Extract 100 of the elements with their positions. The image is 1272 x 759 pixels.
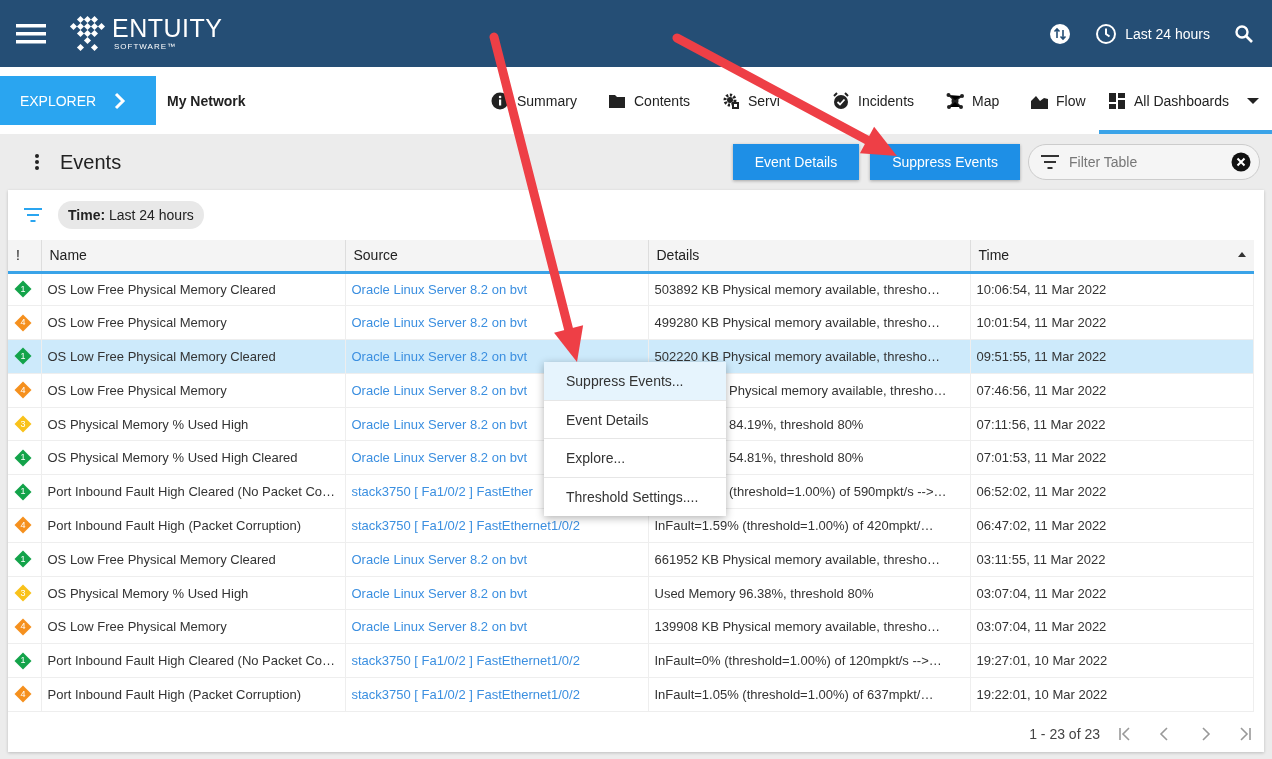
nav-tab[interactable]: Map — [946, 67, 1030, 134]
table-cell: 09:51:55, 11 Mar 2022 — [976, 349, 1107, 364]
column-header[interactable]: Name — [41, 240, 345, 272]
alarm-clock-icon — [832, 91, 850, 110]
table-cell: 03:07:04, 11 Mar 2022 — [976, 619, 1107, 635]
dashboard-icon — [1108, 91, 1126, 110]
column-header[interactable]: Time — [970, 240, 1254, 272]
filter-box[interactable]: Filter Table — [1028, 144, 1260, 180]
source-link[interactable]: Oracle Linux Server 8.2 on bvt — [351, 382, 528, 398]
column-header[interactable]: Source — [345, 240, 648, 272]
nav-tab[interactable]: All Dashboards — [1099, 67, 1272, 134]
table-cell: OS Physical Memory % Used High — [47, 585, 249, 601]
severity-number: 4 — [20, 318, 26, 328]
logo-tagline: SOFTWARE™ — [114, 43, 178, 51]
first-page-icon[interactable] — [1118, 727, 1132, 741]
severity-number: 1 — [20, 487, 26, 497]
filter-icon[interactable] — [24, 208, 42, 222]
source-link[interactable]: Oracle Linux Server 8.2 on bvt — [351, 551, 528, 567]
source-link[interactable]: Oracle Linux Server 8.2 on bvt — [351, 619, 528, 635]
clear-icon[interactable] — [1231, 152, 1251, 172]
table-cell: OS Low Free Physical Memory Cleared — [47, 281, 276, 297]
table-cell: 499280 KB Physical memory available, thresho… — [654, 315, 940, 331]
clock-icon — [1095, 22, 1118, 45]
source-link[interactable]: Oracle Linux Server 8.2 on bvt — [351, 416, 528, 432]
table-cell: 19:27:01, 10 Mar 2022 — [976, 653, 1108, 669]
action-button[interactable]: Event Details — [732, 144, 860, 180]
table-cell: Port Inbound Fault High (Packet Corruption) — [47, 517, 302, 533]
table-cell: 54.81%, threshold 80% — [729, 450, 864, 466]
source-link[interactable]: Oracle Linux Server 8.2 on bvt — [351, 585, 528, 601]
explorer-button[interactable]: EXPLORER — [0, 76, 156, 125]
table-cell: InFault=1.05% (threshold=1.00%) of 637mpkt/… — [654, 686, 934, 702]
table-cell: Used Memory 96.38%, threshold 80% — [654, 585, 874, 601]
table-cell: 03:11:55, 11 Mar 2022 — [976, 551, 1106, 567]
table-cell: 03:07:04, 11 Mar 2022 — [976, 585, 1107, 601]
source-link[interactable]: Oracle Linux Server 8.2 on bvt — [351, 281, 528, 297]
info-icon — [491, 91, 509, 110]
action-button[interactable]: Suppress Events — [870, 144, 1020, 180]
severity-number: 3 — [20, 588, 26, 598]
table-cell: 84.19%, threshold 80% — [729, 416, 864, 432]
table-cell: Port Inbound Fault High Cleared (No Packet Co… — [47, 653, 336, 669]
severity-number: 1 — [20, 284, 26, 294]
table-cell: 06:52:02, 11 Mar 2022 — [976, 484, 1107, 500]
table-cell: 503892 KB Physical memory available, thresho… — [654, 281, 940, 297]
table-cell: OS Low Free Physical Memory — [47, 619, 227, 635]
severity-number: 4 — [20, 520, 26, 530]
table-cell: 10:06:54, 11 Mar 2022 — [976, 281, 1107, 297]
table-cell: Physical memory available, thresho… — [729, 382, 947, 398]
severity-number: 4 — [20, 689, 26, 699]
table-cell: 10:01:54, 11 Mar 2022 — [976, 315, 1107, 331]
row-marker[interactable]: 1 — [8, 339, 41, 374]
source-link[interactable]: stack3750 [ Fa1/0/2 ] FastEthernet1/0/2 — [351, 653, 580, 669]
severity-number: 4 — [20, 622, 26, 632]
nav-tab[interactable]: Flow — [1030, 67, 1099, 134]
nav-tab[interactable]: Contents — [608, 67, 722, 134]
table-cell: 07:01:53, 11 Mar 2022 — [976, 450, 1107, 466]
source-link[interactable]: Oracle Linux Server 8.2 on bvt — [351, 450, 528, 466]
menu-item[interactable]: Explore... — [544, 439, 726, 478]
table-cell: 139908 KB Physical memory available, thresho… — [654, 619, 940, 635]
severity-number: 3 — [20, 419, 26, 429]
table-cell: OS Low Free Physical Memory — [47, 382, 227, 398]
filter-chip[interactable]: Time: Last 24 hours — [58, 201, 204, 229]
logo-icon — [68, 14, 108, 53]
table-cell: OS Low Free Physical Memory — [47, 315, 227, 331]
nav-tab[interactable]: Summary — [491, 67, 608, 134]
more-icon[interactable] — [34, 153, 40, 171]
last-page-icon[interactable] — [1238, 727, 1252, 741]
search-icon[interactable] — [1234, 23, 1254, 44]
sync-icon[interactable] — [1049, 22, 1072, 45]
nav-tab[interactable]: Incidents — [832, 67, 946, 134]
table-cell: 19:22:01, 10 Mar 2022 — [976, 686, 1108, 702]
source-link[interactable]: stack3750 [ Fa1/0/2 ] FastEther — [351, 484, 533, 500]
menu-item[interactable]: Threshold Settings.... — [544, 477, 726, 516]
severity-number: 1 — [20, 554, 26, 564]
logo-text: ENTUITY — [112, 16, 223, 41]
nav-tab[interactable]: Servi — [722, 67, 832, 134]
page-title: Events — [60, 150, 122, 174]
table-cell: (threshold=1.00%) of 590mpkt/s -->… — [729, 484, 947, 500]
table-cell: 661952 KB Physical memory available, thresho… — [654, 551, 940, 567]
filter-field[interactable]: Filter Table — [1067, 153, 1223, 171]
severity-number: 1 — [20, 453, 26, 463]
menu-icon[interactable] — [16, 22, 46, 45]
source-link[interactable]: Oracle Linux Server 8.2 on bvt — [351, 315, 528, 331]
table-cell: 07:11:56, 11 Mar 2022 — [976, 416, 1106, 432]
source-link[interactable]: stack3750 [ Fa1/0/2 ] FastEthernet1/0/2 — [351, 517, 580, 533]
page-range: 1 - 23 of 23 — [1029, 726, 1100, 742]
source-link[interactable]: stack3750 [ Fa1/0/2 ] FastEthernet1/0/2 — [351, 686, 580, 702]
menu-item[interactable]: Event Details — [544, 400, 726, 439]
menu-item[interactable]: Suppress Events... — [544, 362, 726, 401]
column-header[interactable]: ! — [8, 240, 41, 272]
table-cell: Port Inbound Fault High (Packet Corruption) — [47, 686, 302, 702]
time-range-button[interactable]: Last 24 hours — [1125, 25, 1210, 42]
table-cell: InFault=0% (threshold=1.00%) of 120mpkt/s -->… — [654, 653, 942, 669]
table-cell: Port Inbound Fault High Cleared (No Packet Co… — [47, 484, 336, 500]
severity-number: 4 — [20, 385, 26, 395]
table-cell: OS Physical Memory % Used High Cleared — [47, 450, 298, 466]
breadcrumb: My Network — [167, 92, 246, 109]
table-cell: OS Physical Memory % Used High — [47, 416, 249, 432]
table-cell: OS Low Free Physical Memory Cleared — [47, 551, 276, 567]
column-header[interactable]: Details — [648, 240, 970, 272]
table-cell: OS Low Free Physical Memory Cleared — [47, 349, 276, 364]
